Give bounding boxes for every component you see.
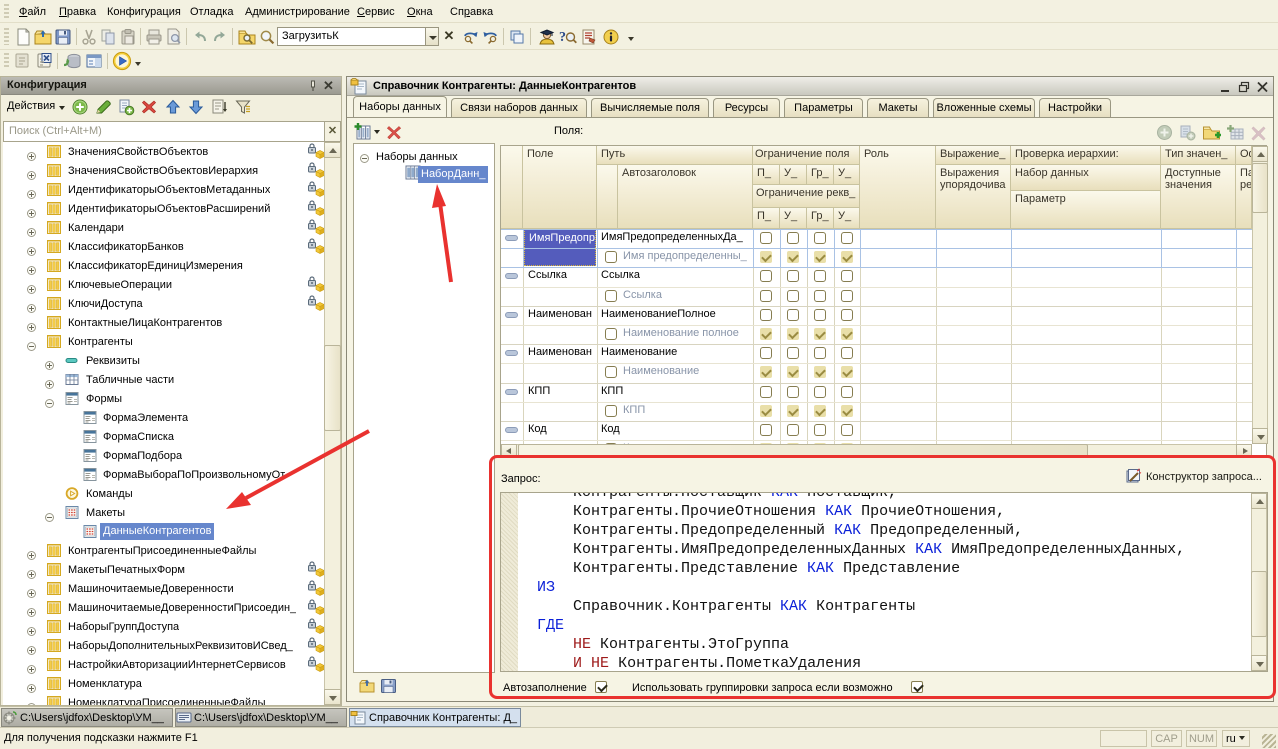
svg-text:?: ? [559, 30, 566, 45]
